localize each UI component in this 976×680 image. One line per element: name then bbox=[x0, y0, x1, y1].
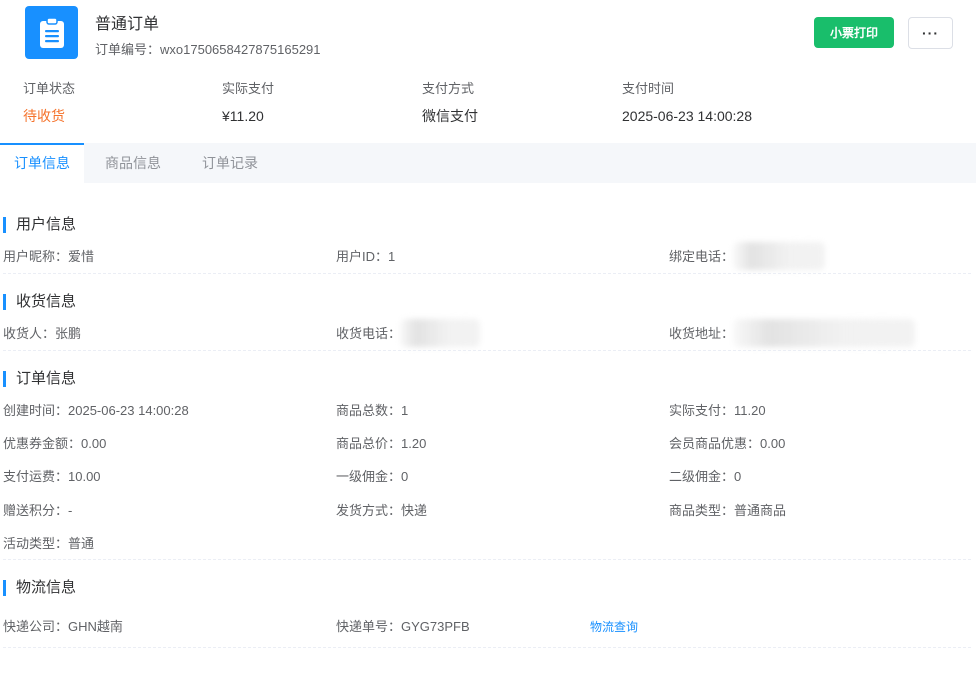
tab-goods-info[interactable]: 商品信息 bbox=[94, 143, 172, 183]
order-number-label: 订单编号： bbox=[95, 42, 161, 57]
order-info-row: 活动类型：普通 bbox=[0, 535, 976, 553]
divider bbox=[3, 350, 971, 351]
summary-label: 支付时间 bbox=[622, 81, 675, 96]
logistics-info-row: 快递公司：GHN越南 快递单号：GYG73PFB 物流查询 bbox=[0, 618, 976, 636]
order-number-value: wxo1750658427875165291 bbox=[160, 42, 321, 57]
divider bbox=[3, 273, 971, 274]
order-info-row: 赠送积分：- 发货方式：快递 商品类型：普通商品 bbox=[0, 502, 976, 520]
commission-level-2: 二级佣金：0 bbox=[669, 469, 742, 484]
user-id: 用户ID：1 bbox=[336, 249, 396, 264]
tab-order-info[interactable]: 订单信息 bbox=[0, 143, 84, 183]
summary-pay-method: 支付方式 微信支付 bbox=[422, 80, 478, 125]
section-title-receiver: 收货信息 bbox=[3, 293, 76, 311]
status-badge: 待收货 bbox=[23, 108, 65, 124]
order-header: 普通订单 订单编号：wxo1750658427875165291 小票打印 ··… bbox=[0, 0, 976, 66]
order-title: 普通订单 bbox=[95, 16, 160, 33]
divider bbox=[3, 559, 971, 560]
commission-level-1: 一级佣金：0 bbox=[336, 469, 409, 484]
member-discount: 会员商品优惠：0.00 bbox=[669, 436, 786, 451]
receiver-phone-label: 收货电话： bbox=[336, 326, 402, 341]
actual-paid: 实际支付：11.20 bbox=[669, 403, 766, 418]
user-nickname: 用户昵称：爱惜 bbox=[3, 249, 95, 264]
redacted-address bbox=[733, 319, 915, 347]
logistics-query-link[interactable]: 物流查询 bbox=[590, 618, 638, 636]
receiver-info-row: 收货人：张鹏 收货电话： 收货地址： bbox=[0, 319, 976, 347]
more-button[interactable]: ··· bbox=[908, 17, 953, 49]
summary-label: 实际支付 bbox=[222, 81, 275, 96]
redacted-phone bbox=[733, 242, 825, 270]
bonus-points: 赠送积分：- bbox=[3, 503, 73, 518]
summary-value: 微信支付 bbox=[422, 108, 478, 124]
summary-value: 2025-06-23 14:00:28 bbox=[622, 108, 752, 124]
summary-status: 订单状态 待收货 bbox=[23, 80, 75, 125]
detail-tabs: 订单信息 商品信息 订单记录 bbox=[0, 143, 976, 183]
summary-paid: 实际支付 ¥11.20 bbox=[222, 80, 274, 125]
user-info-row: 用户昵称：爱惜 用户ID：1 绑定电话： bbox=[0, 242, 976, 270]
divider bbox=[3, 647, 971, 648]
courier-company: 快递公司：GHN越南 bbox=[3, 619, 123, 634]
receiver-name: 收货人：张鹏 bbox=[3, 326, 82, 341]
summary-pay-time: 支付时间 2025-06-23 14:00:28 bbox=[622, 80, 752, 125]
section-title-user: 用户信息 bbox=[3, 216, 76, 234]
summary-label: 订单状态 bbox=[23, 81, 76, 96]
coupon-amount: 优惠券金额：0.00 bbox=[3, 436, 107, 451]
order-info-row: 优惠券金额：0.00 商品总价：1.20 会员商品优惠：0.00 bbox=[0, 435, 976, 453]
goods-type: 商品类型：普通商品 bbox=[669, 503, 787, 518]
order-info-row: 创建时间：2025-06-23 14:00:28 商品总数：1 实际支付：11.… bbox=[0, 402, 976, 420]
activity-type: 活动类型：普通 bbox=[3, 536, 95, 551]
section-title-order: 订单信息 bbox=[3, 370, 76, 388]
summary-label: 支付方式 bbox=[422, 81, 475, 96]
delivery-method: 发货方式：快递 bbox=[336, 503, 428, 518]
section-title-logistics: 物流信息 bbox=[3, 579, 76, 597]
tab-order-records[interactable]: 订单记录 bbox=[191, 143, 269, 183]
tracking-number: 快递单号：GYG73PFB bbox=[336, 619, 470, 634]
print-receipt-button[interactable]: 小票打印 bbox=[814, 17, 894, 48]
shipping-fee: 支付运费：10.00 bbox=[3, 469, 101, 484]
clipboard-icon bbox=[25, 6, 78, 59]
receiver-address-label: 收货地址： bbox=[669, 326, 735, 341]
summary-value: ¥11.20 bbox=[222, 108, 264, 124]
redacted-receiver-phone bbox=[400, 319, 480, 347]
order-summary: 订单状态 待收货 实际支付 ¥11.20 支付方式 微信支付 支付时间 2025… bbox=[0, 80, 976, 130]
goods-count: 商品总数：1 bbox=[336, 403, 409, 418]
order-number: 订单编号：wxo1750658427875165291 bbox=[95, 39, 321, 58]
goods-total: 商品总价：1.20 bbox=[336, 436, 427, 451]
order-info-row: 支付运费：10.00 一级佣金：0 二级佣金：0 bbox=[0, 468, 976, 486]
user-phone-label: 绑定电话： bbox=[669, 249, 735, 264]
created-time: 创建时间：2025-06-23 14:00:28 bbox=[3, 403, 189, 418]
